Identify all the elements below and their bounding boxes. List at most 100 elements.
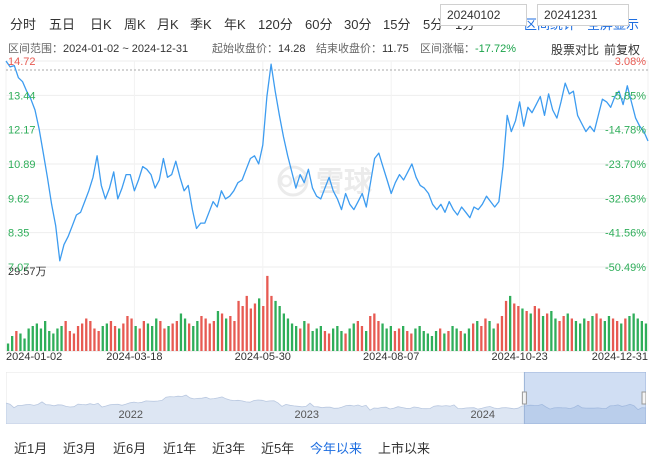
volume-bar xyxy=(118,328,121,351)
range-1[interactable]: 近3月 xyxy=(63,438,96,457)
volume-bar xyxy=(521,308,524,351)
range-6[interactable]: 今年以来 xyxy=(310,438,362,457)
volume-bar xyxy=(35,323,38,351)
volume-bar xyxy=(434,331,438,351)
pct-tick-label: -41.56% xyxy=(605,228,646,240)
price-chart[interactable]: 雪球 29.57万 14.7213.4412.1710.899.628.357.… xyxy=(0,55,650,373)
volume-bar xyxy=(183,318,187,351)
volume-bar xyxy=(533,306,536,351)
volume-bar xyxy=(278,306,281,351)
pct-tick-label: -5.85% xyxy=(611,90,646,102)
volume-bar xyxy=(348,328,351,351)
volume-bar xyxy=(426,333,429,351)
volume-bar xyxy=(39,328,43,351)
volume-bar xyxy=(443,333,446,351)
volume-bar xyxy=(620,323,623,351)
volume-bar xyxy=(109,321,113,351)
volume-bar xyxy=(134,326,137,351)
x-tick-label: 2024-05-30 xyxy=(235,351,291,363)
volume-bar xyxy=(56,328,59,351)
tab-5[interactable]: 季K xyxy=(190,14,212,33)
volume-bar xyxy=(546,313,549,351)
volume-bar xyxy=(196,321,199,351)
volume-bar xyxy=(200,316,203,351)
volume-bar xyxy=(258,298,261,351)
volume-bar xyxy=(295,326,298,351)
volume-bar xyxy=(27,328,30,351)
volume-bar xyxy=(192,326,195,351)
volume-bar xyxy=(262,306,265,351)
volume-bar xyxy=(85,318,88,351)
range-0[interactable]: 近1月 xyxy=(14,438,47,457)
volume-bar xyxy=(628,316,631,351)
volume-bar xyxy=(6,343,10,351)
volume-bar xyxy=(299,328,302,351)
tab-9[interactable]: 30分 xyxy=(344,14,371,33)
volume-bar xyxy=(459,331,462,351)
volume-bar xyxy=(286,318,290,351)
volume-bar xyxy=(484,318,487,351)
volume-bar xyxy=(233,321,236,351)
y-tick-label: 13.44 xyxy=(8,90,36,102)
tab-3[interactable]: 周K xyxy=(124,14,146,33)
range-7[interactable]: 上市以来 xyxy=(378,438,430,457)
volume-bar xyxy=(175,321,178,351)
navigator-chart[interactable]: 2022 2023 2024 xyxy=(6,372,646,424)
range-selector: 近1月 近3月 近6月 近1年 近3年 近5年 今年以来 上市以来 xyxy=(0,430,650,458)
tab-7[interactable]: 120分 xyxy=(258,14,293,33)
volume-bar xyxy=(48,331,51,351)
navigator-year-label: 2024 xyxy=(471,409,495,421)
tab-6[interactable]: 年K xyxy=(224,14,246,33)
volume-bar xyxy=(418,326,421,351)
volume-bar xyxy=(31,326,34,351)
volume-bar xyxy=(430,336,434,351)
volume-bar xyxy=(406,331,409,351)
tab-2[interactable]: 日K xyxy=(90,14,112,33)
volume-bar xyxy=(241,306,244,351)
start-date-input[interactable] xyxy=(440,4,527,26)
range-5[interactable]: 近5年 xyxy=(261,438,294,457)
volume-bar xyxy=(537,308,541,351)
volume-bar xyxy=(307,323,310,351)
volume-bar xyxy=(422,331,425,351)
tab-4[interactable]: 月K xyxy=(157,14,179,33)
price-series-line xyxy=(5,60,649,262)
tab-0[interactable]: 分时 xyxy=(10,14,36,33)
volume-bar xyxy=(81,323,84,351)
volume-bar xyxy=(496,323,499,351)
end-date-input[interactable] xyxy=(537,4,629,26)
volume-bar xyxy=(101,326,104,351)
range-2[interactable]: 近6月 xyxy=(113,438,146,457)
volume-bar xyxy=(336,326,339,351)
pct-tick-label: -23.70% xyxy=(605,159,646,171)
volume-bar xyxy=(146,323,150,351)
y-tick-label: 7.07 xyxy=(8,262,29,274)
volume-bar xyxy=(439,328,442,351)
volume-bar xyxy=(97,331,100,351)
range-4[interactable]: 近3年 xyxy=(212,438,245,457)
tab-10[interactable]: 15分 xyxy=(383,14,410,33)
volume-bar xyxy=(636,318,639,351)
y-tick-label: 14.72 xyxy=(8,56,36,68)
volume-bar xyxy=(447,331,450,351)
volume-bar xyxy=(237,300,240,351)
volume-bar xyxy=(644,323,648,351)
volume-bar xyxy=(249,308,252,351)
pct-tick-label: -32.63% xyxy=(605,193,646,205)
tab-8[interactable]: 60分 xyxy=(305,14,332,33)
volume-bar xyxy=(541,316,545,351)
volume-bar xyxy=(587,321,590,351)
interval-info-bar: 区间范围：2024-01-02 ~ 2024-12-31 起始收盘价：14.28… xyxy=(0,40,650,57)
volume-bar xyxy=(76,326,80,351)
volume-bar xyxy=(60,326,63,351)
tab-1[interactable]: 五日 xyxy=(49,14,75,33)
volume-bar xyxy=(393,331,397,351)
volume-bar xyxy=(591,316,594,351)
volume-bar xyxy=(122,323,125,351)
volume-bar xyxy=(525,311,528,351)
volume-bar xyxy=(455,328,458,351)
volume-bar xyxy=(574,321,578,351)
xueqiu-watermark: 雪球 xyxy=(277,165,373,198)
volume-bar xyxy=(480,326,483,351)
range-3[interactable]: 近1年 xyxy=(163,438,196,457)
